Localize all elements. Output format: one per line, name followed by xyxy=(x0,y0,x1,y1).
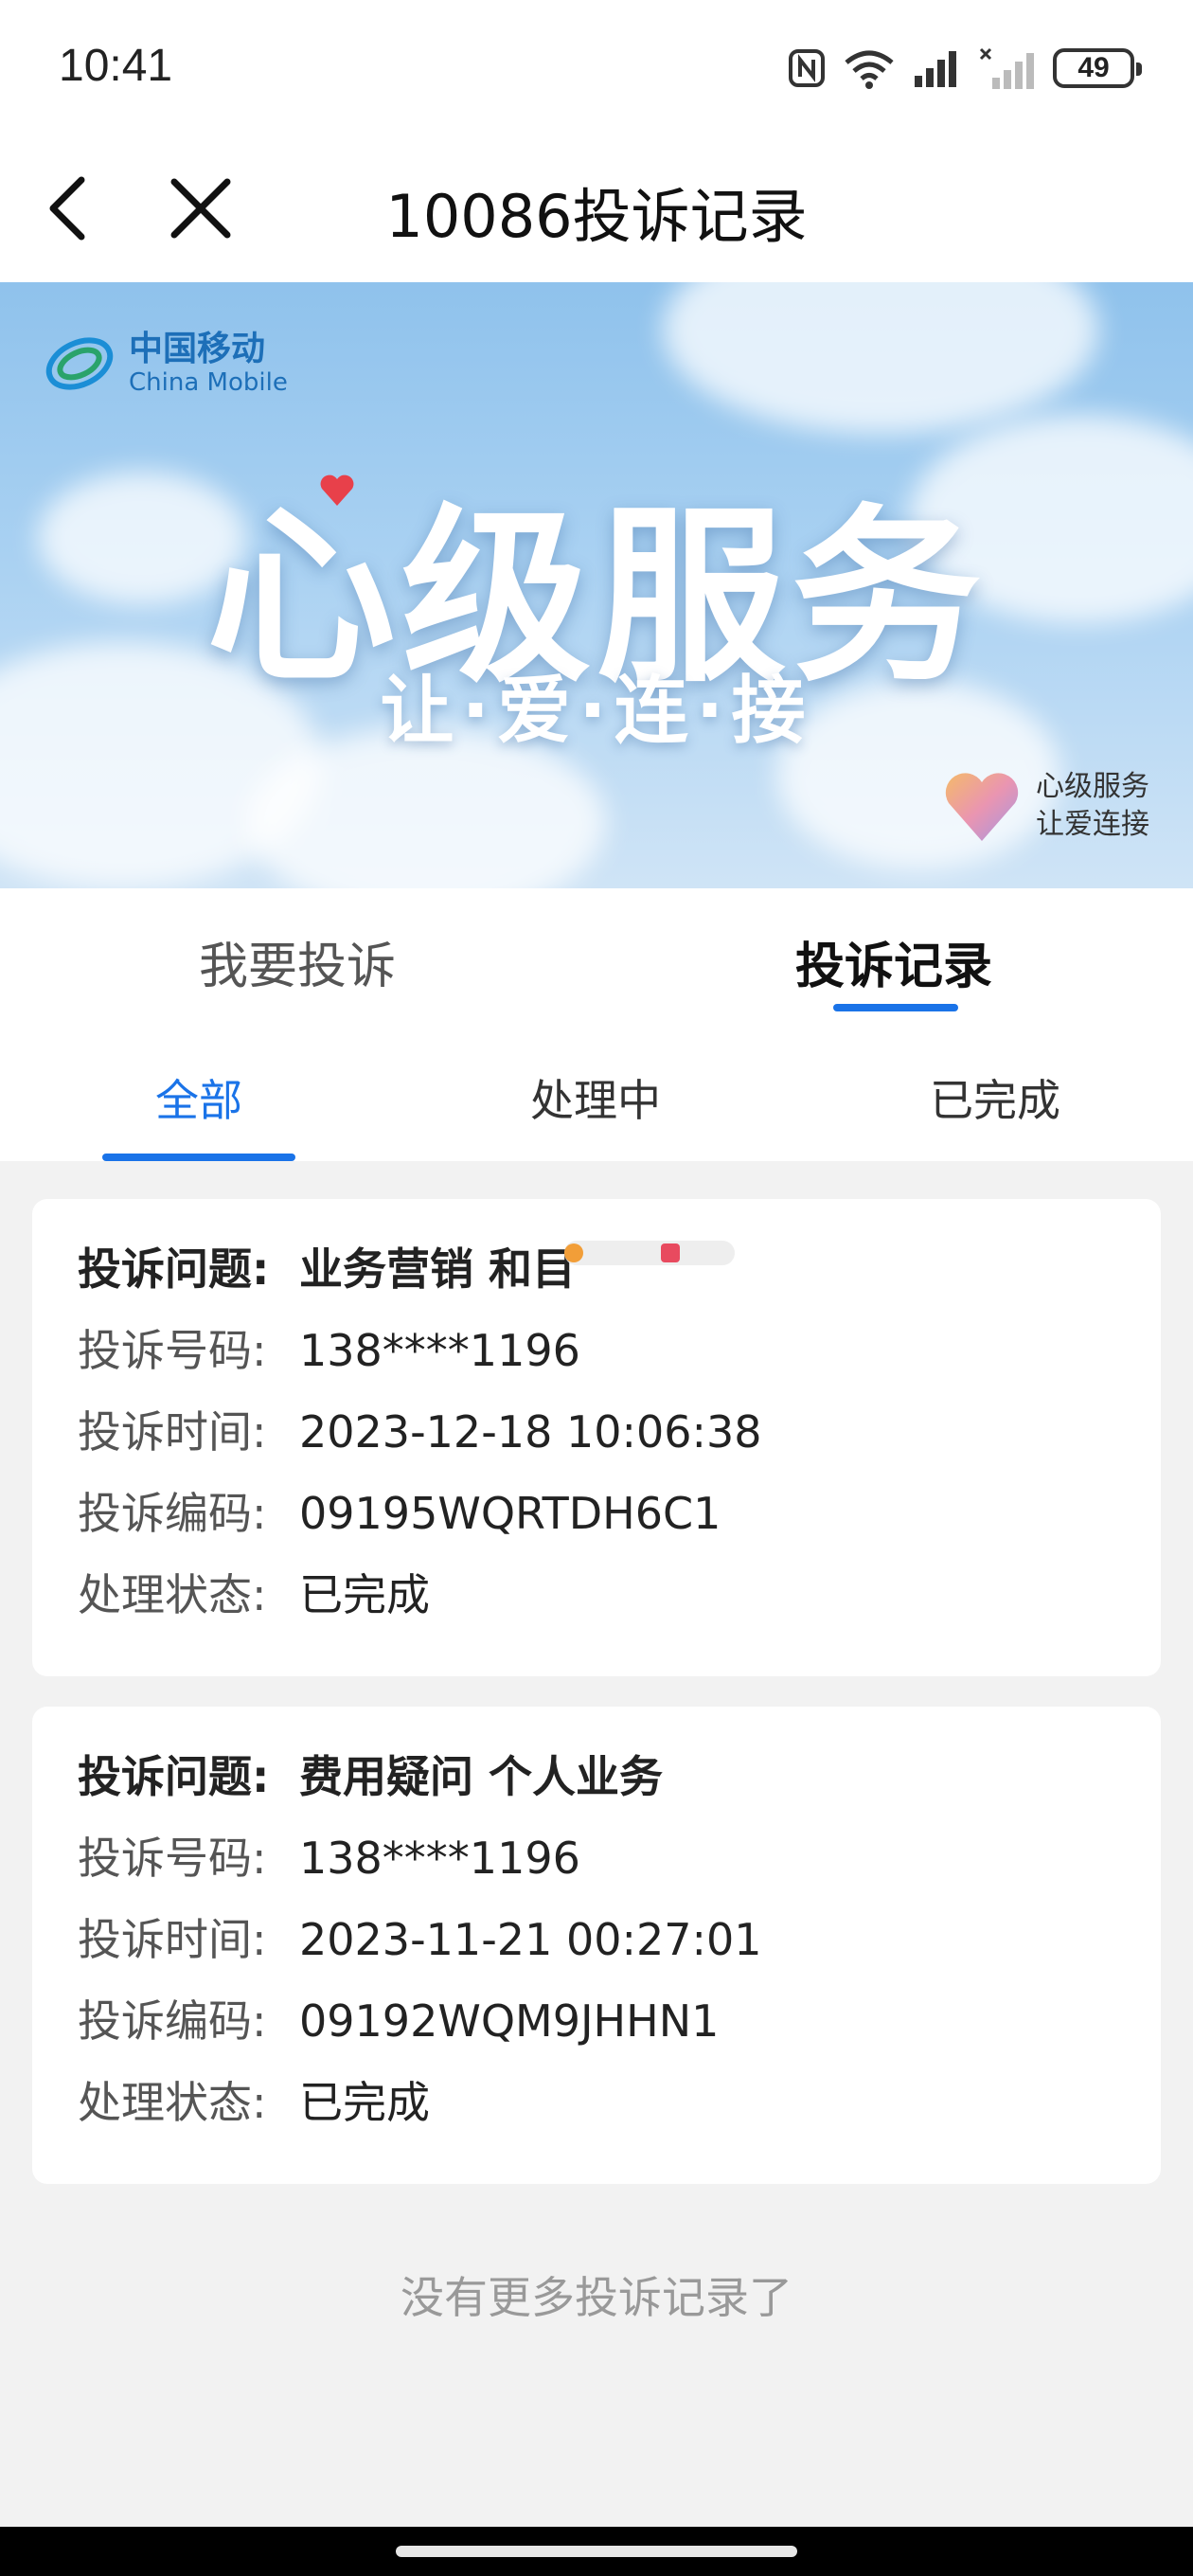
watermark-overlay xyxy=(564,1241,736,1265)
tab-completed[interactable]: 已完成 xyxy=(930,1066,1060,1129)
status-icons: 49 xyxy=(788,44,1142,93)
battery-icon: 49 xyxy=(1053,48,1142,88)
record-issue-row: 投诉问题: 业务营销 和目 xyxy=(78,1241,736,1297)
record-status-row: 处理状态: 已完成 xyxy=(78,2074,430,2131)
tab-processing[interactable]: 处理中 xyxy=(530,1066,661,1129)
number-value: 138****1196 xyxy=(299,1325,580,1376)
issue-label: 投诉问题: xyxy=(78,1751,270,1802)
main-tab-indicator xyxy=(833,1004,958,1011)
badge-line-2: 让爱连接 xyxy=(1036,808,1149,841)
logo-text-cn: 中国移动 xyxy=(129,330,266,368)
issue-label: 投诉问题: xyxy=(78,1243,270,1295)
no-more-records-text: 没有更多投诉记录了 xyxy=(401,2272,792,2323)
code-label: 投诉编码: xyxy=(78,1995,267,2047)
battery-level: 49 xyxy=(1077,52,1110,83)
record-status-row: 处理状态: 已完成 xyxy=(78,1566,430,1623)
gesture-bar xyxy=(0,2527,1193,2576)
time-label: 投诉时间: xyxy=(78,1914,267,1965)
status-bar: 10:41 49 xyxy=(0,0,1193,133)
number-value: 138****1196 xyxy=(299,1833,580,1884)
issue-value: 费用疑问 个人业务 xyxy=(299,1751,664,1802)
main-tabs: 我要投诉 投诉记录 xyxy=(0,888,1193,1021)
time-value: 2023-12-18 10:06:38 xyxy=(299,1406,762,1458)
wifi-icon xyxy=(845,50,894,89)
tab-all[interactable]: 全部 xyxy=(155,1066,242,1129)
code-label: 投诉编码: xyxy=(78,1488,267,1539)
promo-banner: 中国移动 China Mobile 心级服务 让·爱·连·接 心级服务 让爱连接 xyxy=(0,282,1193,888)
banner-subtitle: 让·爱·连·接 xyxy=(380,669,813,754)
tab-complaint-records[interactable]: 投诉记录 xyxy=(795,926,992,997)
filter-tab-indicator xyxy=(102,1154,295,1161)
time-value: 2023-11-21 00:27:01 xyxy=(299,1914,762,1965)
china-mobile-logo: 中国移动 China Mobile xyxy=(44,328,288,400)
code-value: 09195WQRTDH6C1 xyxy=(299,1488,721,1539)
number-label: 投诉号码: xyxy=(78,1833,267,1884)
record-time-row: 投诉时间: 2023-12-18 10:06:38 xyxy=(78,1404,762,1460)
record-time-row: 投诉时间: 2023-11-21 00:27:01 xyxy=(78,1911,762,1968)
record-code-row: 投诉编码: 09195WQRTDH6C1 xyxy=(78,1485,721,1542)
nav-bar: 10086投诉记录 xyxy=(0,133,1193,282)
record-code-row: 投诉编码: 09192WQM9JHHN1 xyxy=(78,1993,719,2049)
code-value: 09192WQM9JHHN1 xyxy=(299,1995,720,2047)
issue-value: 业务营销 和目 xyxy=(299,1243,577,1295)
number-label: 投诉号码: xyxy=(78,1325,267,1376)
logo-text-en: China Mobile xyxy=(129,368,288,397)
complaint-record-card[interactable]: 投诉问题: 费用疑问 个人业务 投诉号码: 138****1196 投诉时间: … xyxy=(32,1707,1161,2184)
status-label: 处理状态: xyxy=(78,1569,267,1620)
signal-icon xyxy=(915,51,956,87)
status-value: 已完成 xyxy=(299,2077,430,2128)
status-label: 处理状态: xyxy=(78,2077,267,2128)
filter-tabs: 全部 处理中 已完成 xyxy=(0,1021,1193,1161)
banner-badge: 心级服务 让爱连接 xyxy=(941,765,1149,847)
record-issue-row: 投诉问题: 费用疑问 个人业务 xyxy=(78,1748,663,1805)
signal-no-sim-icon xyxy=(979,47,1034,89)
china-mobile-logo-icon xyxy=(45,337,114,390)
heart-badge-icon xyxy=(945,773,1019,841)
record-number-row: 投诉号码: 138****1196 xyxy=(78,1830,580,1887)
home-indicator[interactable] xyxy=(396,2546,797,2557)
badge-line-1: 心级服务 xyxy=(1036,770,1149,803)
record-number-row: 投诉号码: 138****1196 xyxy=(78,1322,580,1379)
complaint-record-card[interactable]: 投诉问题: 业务营销 和目 投诉号码: 138****1196 投诉时间: 20… xyxy=(32,1199,1161,1676)
nfc-icon xyxy=(789,49,825,87)
status-value: 已完成 xyxy=(299,1569,430,1620)
status-time: 10:41 xyxy=(59,41,173,91)
tab-file-complaint[interactable]: 我要投诉 xyxy=(199,926,396,997)
time-label: 投诉时间: xyxy=(78,1406,267,1458)
page-title: 10086投诉记录 xyxy=(385,182,808,251)
